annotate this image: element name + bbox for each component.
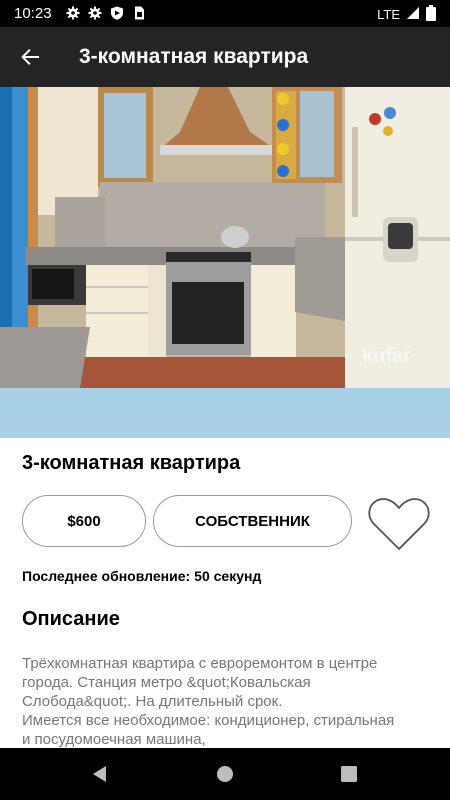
- gear-icon: [66, 6, 80, 20]
- listing-photo[interactable]: kufar: [0, 87, 450, 388]
- app-bar: 3-комнатная квартира: [0, 27, 450, 87]
- nav-back-button[interactable]: [88, 762, 112, 786]
- status-icons: [66, 6, 146, 20]
- system-nav-bar: [0, 748, 450, 800]
- seller-type-label: СОБСТВЕННИК: [195, 512, 310, 530]
- status-right: LTE: [377, 5, 436, 24]
- nav-home-button[interactable]: [213, 762, 237, 786]
- nav-recents-button[interactable]: [337, 762, 361, 786]
- gear-icon: [88, 6, 102, 20]
- status-bar: 10:23 LTE: [0, 0, 450, 27]
- back-triangle-icon: [93, 766, 106, 782]
- status-time: 10:23: [14, 5, 52, 22]
- shield-icon: [110, 6, 124, 20]
- recents-square-icon: [341, 766, 357, 782]
- last-updated-value: 50 секунд: [194, 568, 262, 584]
- page-title: 3-комнатная квартира: [79, 45, 309, 68]
- description-text: Трёхкомнатная квартира с евроремонтом в …: [22, 655, 395, 748]
- price-label: $600: [67, 512, 101, 530]
- price-button[interactable]: $600: [22, 495, 146, 547]
- network-type: LTE: [377, 7, 400, 22]
- listing-title: 3-комнатная квартира: [22, 452, 241, 474]
- signal-icon: [406, 6, 420, 23]
- last-updated: Последнее обновление: 50 секунд: [22, 568, 261, 584]
- last-updated-label: Последнее обновление:: [22, 568, 191, 584]
- sim-card-icon: [132, 6, 146, 20]
- listing-details: 3-комнатная квартира $600 СОБСТВЕННИК По…: [0, 438, 450, 748]
- arrow-back-icon: [21, 49, 39, 65]
- kufar-watermark: kufar: [362, 345, 411, 367]
- battery-icon: [426, 5, 436, 24]
- heart-outline-icon: [368, 498, 430, 550]
- photo-pager-bar: [0, 388, 450, 438]
- home-circle-icon: [217, 766, 233, 782]
- seller-type-button[interactable]: СОБСТВЕННИК: [153, 495, 352, 547]
- back-button[interactable]: [16, 43, 44, 71]
- description-heading: Описание: [22, 608, 120, 630]
- favorite-button[interactable]: [366, 495, 432, 553]
- kitchen-photo: [0, 87, 450, 388]
